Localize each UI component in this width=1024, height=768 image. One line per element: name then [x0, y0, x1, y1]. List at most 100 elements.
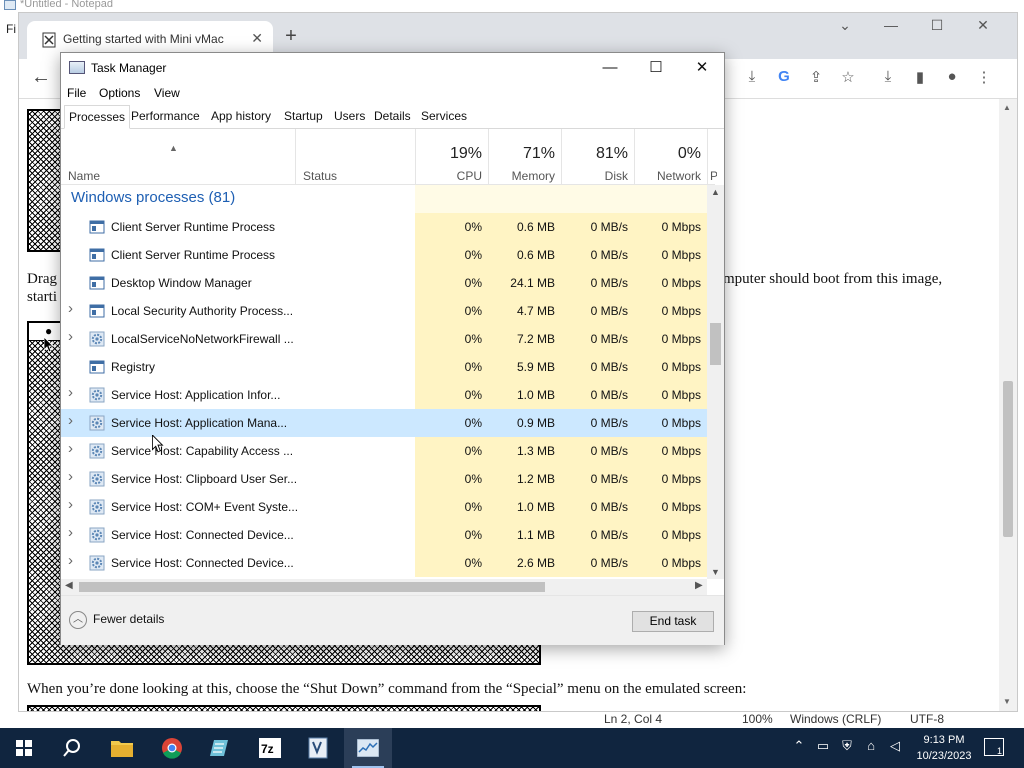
- share-icon[interactable]: ⇪: [805, 68, 827, 86]
- fewer-details-button[interactable]: ︿ Fewer details: [69, 611, 164, 629]
- process-row[interactable]: › Local Security Authority Process... 0% 4.…: [61, 297, 707, 325]
- process-network-value: 0 Mbps: [661, 360, 701, 374]
- hscroll-thumb[interactable]: [79, 582, 545, 592]
- scroll-down-icon[interactable]: ▼: [1003, 697, 1011, 706]
- process-cpu-value: 0%: [464, 528, 482, 542]
- expand-chevron-icon[interactable]: ›: [68, 524, 73, 541]
- expand-chevron-icon[interactable]: ›: [68, 468, 73, 485]
- back-arrow-icon[interactable]: ←: [31, 66, 51, 89]
- expand-chevron-icon[interactable]: ›: [68, 552, 73, 569]
- column-status[interactable]: Status: [295, 129, 415, 185]
- browser-minimize-button[interactable]: —: [871, 17, 911, 33]
- tray-app-icon[interactable]: ▭: [814, 738, 832, 754]
- column-power[interactable]: P: [707, 129, 717, 185]
- side-panel-icon[interactable]: ▮: [909, 68, 931, 86]
- process-network-value: 0 Mbps: [661, 528, 701, 542]
- group-row-windows-processes[interactable]: Windows processes (81): [61, 185, 707, 213]
- scroll-right-icon[interactable]: ▶: [695, 580, 703, 591]
- browser-maximize-button[interactable]: ☐: [917, 17, 957, 34]
- process-list-scrollbar[interactable]: ▲ ▼: [707, 185, 724, 579]
- column-memory[interactable]: 71% Memory: [488, 129, 561, 185]
- process-row[interactable]: › Service Host: Application Infor... 0% 1.0…: [61, 381, 707, 409]
- process-table-header: ▲ Name Status 19% CPU 71% Memory 81% Dis…: [61, 129, 717, 185]
- column-cpu[interactable]: 19% CPU: [415, 129, 488, 185]
- minimize-button[interactable]: —: [587, 53, 633, 83]
- search-button[interactable]: [48, 728, 96, 768]
- tab-details[interactable]: Details: [370, 105, 415, 129]
- taskbar-clock[interactable]: 9:13 PM 10/23/2023: [914, 732, 974, 764]
- process-row[interactable]: Desktop Window Manager 0% 24.1 MB 0 MB/s 0 M…: [61, 269, 707, 297]
- bookmark-star-icon[interactable]: ☆: [837, 68, 859, 86]
- process-cpu-value: 0%: [464, 444, 482, 458]
- scroll-down-icon[interactable]: ▼: [711, 567, 720, 577]
- network-icon[interactable]: ⌂: [862, 738, 880, 753]
- process-row[interactable]: › Service Host: Connected Device... 0% 2.6 …: [61, 549, 707, 577]
- tab-startup[interactable]: Startup: [280, 105, 327, 129]
- process-row[interactable]: › Service Host: Connected Device... 0% 1.1 …: [61, 521, 707, 549]
- volume-icon[interactable]: ◁: [886, 738, 904, 754]
- text-editor-button[interactable]: [294, 728, 342, 768]
- task-manager-titlebar[interactable]: Task Manager — ☐ ✕: [61, 53, 724, 83]
- expand-chevron-icon[interactable]: ›: [68, 328, 73, 345]
- close-button[interactable]: ✕: [679, 53, 725, 83]
- expand-chevron-icon[interactable]: ›: [68, 300, 73, 317]
- notepad-button[interactable]: [196, 728, 244, 768]
- process-memory-value: 1.0 MB: [516, 388, 555, 402]
- process-row[interactable]: › LocalServiceNoNetworkFirewall ... 0% 7.2 …: [61, 325, 707, 353]
- process-cpu-value: 0%: [464, 304, 482, 318]
- scroll-left-icon[interactable]: ◀: [65, 580, 73, 591]
- window-icon: [89, 360, 105, 374]
- process-list-hscrollbar[interactable]: ◀ ▶: [61, 579, 707, 595]
- process-row[interactable]: › Service Host: COM+ Event Syste... 0% 1.0 …: [61, 493, 707, 521]
- tab-performance[interactable]: Performance: [127, 105, 204, 129]
- browser-close-button[interactable]: ✕: [963, 17, 1003, 34]
- process-network-value: 0 Mbps: [661, 556, 701, 570]
- tray-security-icon[interactable]: ⛨: [838, 738, 856, 754]
- expand-chevron-icon[interactable]: ›: [68, 440, 73, 457]
- process-cpu-value: 0%: [464, 500, 482, 514]
- tab-users[interactable]: Users: [330, 105, 369, 129]
- tab-search-icon[interactable]: ⌄: [825, 17, 865, 34]
- tab-processes[interactable]: Processes: [64, 105, 131, 129]
- process-row[interactable]: Registry 0% 5.9 MB 0 MB/s 0 Mbps: [61, 353, 707, 381]
- tab-services[interactable]: Services: [417, 105, 471, 129]
- menu-view[interactable]: View: [154, 86, 180, 100]
- tray-overflow-chevron-icon[interactable]: ⌃: [790, 738, 808, 754]
- expand-chevron-icon[interactable]: ›: [68, 496, 73, 513]
- scroll-up-icon[interactable]: ▲: [1003, 103, 1011, 112]
- new-tab-button[interactable]: +: [279, 25, 303, 48]
- chrome-button[interactable]: [148, 728, 196, 768]
- profile-avatar-icon[interactable]: ●: [941, 68, 963, 85]
- process-row[interactable]: › Service Host: Application Mana... 0% 0.9 …: [61, 409, 707, 437]
- 7zip-button[interactable]: 7z: [246, 728, 294, 768]
- notification-center-icon[interactable]: 1: [984, 738, 1004, 756]
- expand-chevron-icon[interactable]: ›: [68, 384, 73, 401]
- file-explorer-button[interactable]: [98, 728, 146, 768]
- expand-chevron-icon[interactable]: ›: [68, 412, 73, 429]
- process-row[interactable]: Client Server Runtime Process 0% 0.6 MB 0 M…: [61, 241, 707, 269]
- menu-options[interactable]: Options: [99, 86, 140, 100]
- notepad-menu-file[interactable]: Fi: [0, 22, 20, 42]
- process-row[interactable]: Client Server Runtime Process 0% 0.6 MB 0 M…: [61, 213, 707, 241]
- install-icon[interactable]: ⤓: [741, 68, 763, 85]
- downloads-icon[interactable]: ⤓: [877, 68, 899, 85]
- scroll-up-icon[interactable]: ▲: [711, 187, 720, 197]
- browser-scroll-thumb[interactable]: [1003, 381, 1013, 537]
- maximize-button[interactable]: ☐: [633, 53, 679, 83]
- menu-file[interactable]: File: [67, 86, 86, 100]
- task-manager-taskbar-button[interactable]: [344, 728, 392, 768]
- start-button[interactable]: [0, 728, 48, 768]
- more-menu-icon[interactable]: ⋮: [973, 68, 995, 86]
- end-task-button[interactable]: End task: [632, 611, 714, 632]
- column-disk[interactable]: 81% Disk: [561, 129, 634, 185]
- google-lens-icon[interactable]: G: [773, 68, 795, 85]
- close-tab-icon[interactable]: ✕: [251, 30, 263, 47]
- process-cpu-value: 0%: [464, 360, 482, 374]
- column-name[interactable]: Name: [61, 129, 295, 185]
- column-network[interactable]: 0% Network: [634, 129, 707, 185]
- browser-scrollbar[interactable]: ▲ ▼: [999, 99, 1017, 711]
- gear-icon: [89, 527, 105, 543]
- scroll-thumb[interactable]: [710, 323, 721, 365]
- tab-app-history[interactable]: App history: [207, 105, 275, 129]
- process-row[interactable]: › Service Host: Clipboard User Ser... 0% 1.…: [61, 465, 707, 493]
